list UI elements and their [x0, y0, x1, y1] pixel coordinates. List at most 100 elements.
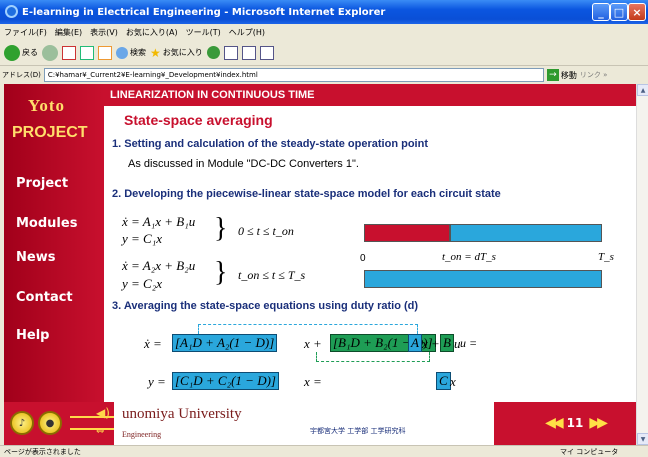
scrollbar[interactable]: ▲ ▼	[636, 84, 648, 445]
minimize-button[interactable]: _	[592, 3, 610, 21]
print-icon[interactable]	[241, 45, 256, 60]
avg-a-result: A	[408, 334, 422, 352]
address-input[interactable]: C:¥hamar¥_Current2¥E-learning¥_Developme…	[43, 68, 544, 82]
footer-line-2	[70, 428, 114, 430]
avg-b-result: B	[440, 334, 454, 352]
back-icon	[4, 44, 20, 61]
menu-help[interactable]: ヘルプ(H)	[229, 27, 265, 38]
equation-1a: ẋ = A₁x + B₁u	[122, 214, 196, 229]
menu-view[interactable]: 表示(V)	[90, 27, 118, 38]
menu-favorites[interactable]: お気に入り(A)	[126, 27, 178, 38]
prev-page-icon[interactable]: ◀◀	[545, 415, 563, 431]
speaker-icon[interactable]: ◀)	[96, 406, 110, 420]
logo-yoto: Yoto	[28, 96, 66, 115]
avg-c-result: C	[436, 372, 451, 390]
avg-xdot: ẋ =	[144, 336, 162, 351]
forward-button[interactable]	[42, 44, 58, 61]
music-button[interactable]: ♪	[10, 411, 34, 435]
avg-a-matrix: [A₁D + A₂(1 − D)]	[172, 334, 278, 352]
go-icon: →	[546, 69, 559, 81]
address-label: アドレス(D)	[2, 71, 41, 79]
timeline-ton: t_on = dT_s	[442, 251, 496, 263]
brace-1: }	[214, 213, 228, 244]
nav-project[interactable]: Project	[16, 176, 68, 191]
footer-banner: unomiya University Engineering 宇都宮大学 工学部…	[114, 402, 494, 445]
zone-text: マイ コンピュータ	[560, 447, 619, 456]
maximize-button[interactable]: □	[610, 3, 628, 21]
connector-a	[198, 324, 418, 334]
university-name: unomiya University	[122, 406, 242, 422]
brace-2: }	[214, 257, 228, 288]
favorites-button[interactable]: ★ お気に入り	[150, 46, 203, 60]
history-icon[interactable]	[206, 46, 220, 59]
timeline-off-bar	[450, 224, 602, 242]
go-button[interactable]: → 移動	[546, 69, 577, 81]
title-bar: E-learning in Electrical Engineering - M…	[0, 0, 648, 24]
stop-icon[interactable]	[62, 45, 76, 60]
links-button[interactable]: リンク »	[580, 70, 608, 80]
page-title: State-space averaging	[124, 112, 273, 128]
search-icon	[116, 46, 128, 59]
dept-name: Engineering	[122, 430, 162, 439]
record-button[interactable]: ●	[38, 411, 62, 435]
menu-file[interactable]: ファイル(F)	[4, 27, 47, 38]
menu-tools[interactable]: ツール(T)	[186, 27, 221, 38]
search-button[interactable]: 検索	[116, 46, 146, 59]
refresh-icon[interactable]	[80, 45, 94, 60]
nav-contact[interactable]: Contact	[16, 290, 73, 305]
nav-modules[interactable]: Modules	[16, 216, 77, 231]
page-navigation: ◀◀ 11 ▶▶	[520, 410, 630, 436]
avg-x4: x	[450, 374, 456, 389]
menu-bar: ファイル(F) 編集(E) 表示(V) お気に入り(A) ツール(T) ヘルプ(…	[0, 24, 648, 40]
avg-x2: x +	[422, 336, 440, 351]
nav-news[interactable]: News	[16, 250, 55, 265]
status-bar: ページが表示されました マイ コンピュータ	[0, 445, 648, 457]
forward-icon	[42, 44, 58, 61]
avg-u2: u	[454, 336, 461, 351]
logo-project: PROJECT	[12, 124, 88, 141]
connector-b	[316, 352, 430, 362]
section-3-heading: 3. Averaging the state-space equations u…	[112, 300, 419, 312]
star-icon: ★	[150, 45, 161, 60]
swap-icon[interactable]: ⇔	[96, 426, 104, 437]
avg-c-matrix: [C₁D + C₂(1 − D)]	[172, 372, 279, 390]
avg-xplus: x +	[304, 336, 322, 351]
page-number: 11	[566, 416, 584, 430]
timeline-zero: 0	[360, 253, 366, 264]
browser-window: E-learning in Electrical Engineering - M…	[0, 0, 648, 457]
menu-edit[interactable]: 編集(E)	[55, 27, 82, 38]
equation-1b: y = C₁x	[122, 231, 163, 246]
address-bar: アドレス(D) C:¥hamar¥_Current2¥E-learning¥_D…	[0, 66, 648, 84]
mail-icon[interactable]	[223, 45, 238, 60]
timeline-ts: T_s	[598, 251, 614, 263]
section-2-heading: 2. Developing the piecewise-linear state…	[112, 188, 501, 200]
avg-ueq: u =	[460, 336, 478, 350]
scroll-up-icon[interactable]: ▲	[637, 84, 648, 96]
jp-name: 宇都宮大学 工学部 工学研究科	[310, 427, 406, 435]
ie-icon	[5, 5, 18, 18]
page-content: Yoto PROJECT Project Modules News Contac…	[4, 84, 636, 445]
back-button[interactable]: 戻る	[4, 44, 38, 61]
window-title: E-learning in Electrical Engineering - M…	[22, 6, 386, 18]
footer: ♪ ● ◀) ⇔ unomiya University Engineering …	[4, 402, 636, 445]
home-icon[interactable]	[98, 45, 112, 60]
equation-2b: y = C₂x	[122, 276, 163, 291]
timeline-period-bar	[364, 270, 602, 288]
avg-x3: x =	[304, 374, 322, 389]
close-button[interactable]: ×	[628, 3, 646, 21]
section-1-heading: 1. Setting and calculation of the steady…	[112, 138, 428, 150]
section-1-text: As discussed in Module "DC-DC Converters…	[128, 158, 359, 170]
status-text: ページが表示されました	[4, 447, 81, 456]
sidebar: Yoto PROJECT Project Modules News Contac…	[4, 84, 104, 445]
condition-2: t_on ≤ t ≤ T_s	[238, 268, 306, 282]
timeline-on-bar	[364, 224, 450, 242]
next-page-icon[interactable]: ▶▶	[589, 415, 607, 431]
condition-1: 0 ≤ t ≤ t_on	[238, 224, 294, 238]
page-header: LINEARIZATION IN CONTINUOUS TIME	[104, 84, 636, 106]
edit-icon[interactable]	[259, 45, 274, 60]
scroll-down-icon[interactable]: ▼	[637, 433, 648, 445]
nav-help[interactable]: Help	[16, 328, 49, 343]
avg-y: y =	[148, 374, 166, 389]
equation-2a: ẋ = A₂x + B₂u	[122, 258, 196, 273]
toolbar: 戻る 検索 ★ お気に入り	[0, 40, 648, 66]
